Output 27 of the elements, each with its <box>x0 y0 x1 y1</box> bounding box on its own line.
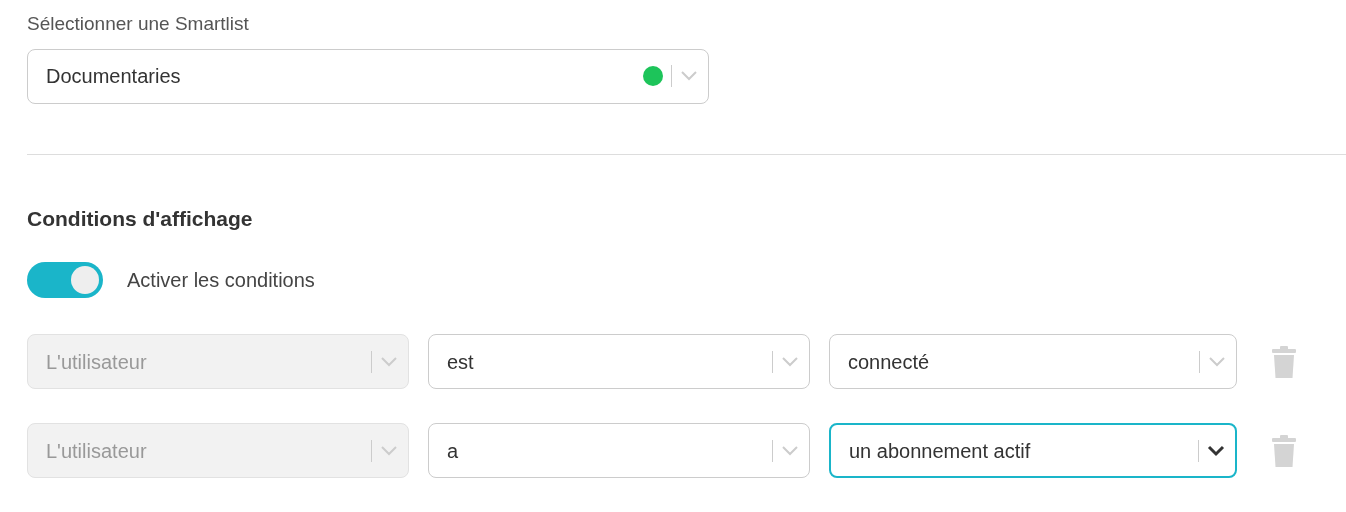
smartlist-select[interactable]: Documentaries <box>27 48 709 104</box>
toggle-label: Activer les conditions <box>127 268 315 293</box>
select-value: est <box>447 349 475 375</box>
select-value: L'utilisateur <box>46 349 148 375</box>
select-value: Documentaries <box>46 64 182 89</box>
trash-icon <box>1272 434 1296 467</box>
field-label: Sélectionner une Smartlist <box>27 12 249 36</box>
dropdown[interactable]: connecté <box>829 334 1237 389</box>
dropdown[interactable]: est <box>428 334 810 389</box>
select-value: un abonnement actif <box>849 438 1032 464</box>
delete-button[interactable] <box>1272 434 1296 467</box>
select-value: connecté <box>848 349 931 375</box>
chevron-icon <box>1207 444 1225 457</box>
select-value: a <box>447 438 460 464</box>
delete-button[interactable] <box>1272 345 1296 378</box>
section-title: Conditions d'affichage <box>27 205 254 232</box>
chevron-icon <box>1208 355 1226 368</box>
dropdown[interactable]: un abonnement actif <box>829 423 1237 478</box>
toggle-switch[interactable] <box>27 262 103 298</box>
trash-icon <box>1272 345 1296 378</box>
dropdown[interactable]: a <box>428 423 810 478</box>
chevron-icon <box>781 444 799 457</box>
chevron-icon <box>380 444 398 457</box>
chevron-icon <box>781 355 799 368</box>
select-value: L'utilisateur <box>46 438 148 464</box>
chevron-icon <box>680 70 698 82</box>
chevron-icon <box>380 355 398 368</box>
